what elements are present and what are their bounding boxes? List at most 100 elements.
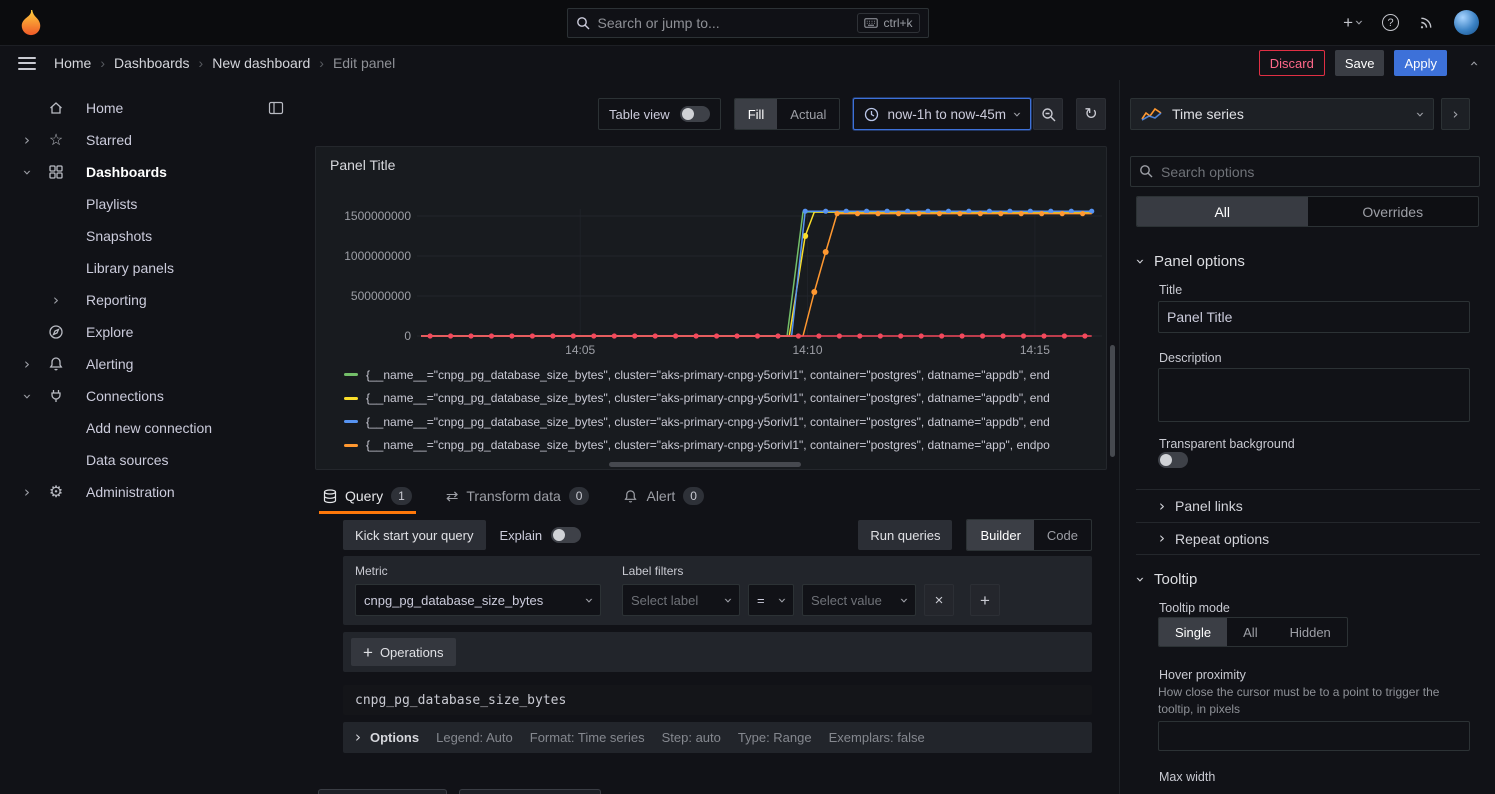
sidebar-item-add-new-connection[interactable]: Add new connection <box>0 412 302 444</box>
global-search[interactable]: Search or jump to... ctrl+k <box>567 8 929 38</box>
options-filter-tabs: All Overrides <box>1136 196 1479 227</box>
sidebar-item-label: Alerting <box>86 356 133 372</box>
news-button[interactable] <box>1419 15 1434 30</box>
fill-option[interactable]: Fill <box>735 99 778 129</box>
hover-proximity-input[interactable] <box>1158 721 1470 751</box>
add-filter-button[interactable] <box>970 584 1000 616</box>
collapse-header-icon[interactable] <box>1467 60 1482 66</box>
user-avatar[interactable] <box>1454 10 1479 35</box>
sidebar-item-alerting[interactable]: Alerting <box>0 348 302 380</box>
sidebar-item-administration[interactable]: Administration <box>0 476 302 508</box>
apply-button[interactable]: Apply <box>1394 50 1447 76</box>
tooltip-mode-label: Tooltip mode <box>1159 601 1230 615</box>
legend-swatch <box>344 397 358 400</box>
sidebar-item-starred[interactable]: Starred <box>0 124 302 156</box>
sidebar-item-home[interactable]: Home <box>0 92 302 124</box>
breadcrumb-home[interactable]: Home <box>54 55 91 71</box>
transparent-background-toggle[interactable] <box>1158 452 1188 468</box>
raw-query-preview: cnpg_pg_database_size_bytes <box>343 685 1092 715</box>
panel-title[interactable]: Panel Title <box>330 157 395 173</box>
topbar: Search or jump to... ctrl+k <box>0 0 1495 46</box>
query-options-row[interactable]: Options Legend: Auto Format: Time series… <box>343 722 1092 753</box>
chevron-right-icon[interactable] <box>24 133 30 148</box>
panel-links-section[interactable]: Panel links <box>1136 489 1480 522</box>
editor-tabs: Query 1 Transform data 0 Alert 0 <box>319 480 708 512</box>
repeat-options-section[interactable]: Repeat options <box>1136 522 1480 555</box>
kick-start-query-button[interactable]: Kick start your query <box>343 520 486 550</box>
sidebar-item-label: Data sources <box>86 452 168 468</box>
add-expression-button-partial[interactable] <box>459 789 601 794</box>
time-series-chart[interactable]: 14:0514:1014:150500000000100000000015000… <box>316 195 1106 363</box>
chevron-down-icon[interactable] <box>20 169 35 175</box>
visualization-picker[interactable]: Time series <box>1130 98 1434 130</box>
legend-item[interactable]: {__name__="cnpg_pg_database_size_bytes",… <box>344 387 1100 411</box>
time-range-picker[interactable]: now-1h to now-45m <box>853 98 1031 130</box>
legend-item[interactable]: {__name__="cnpg_pg_database_size_bytes",… <box>344 434 1100 458</box>
discard-button[interactable]: Discard <box>1259 50 1325 76</box>
tab-transform[interactable]: Transform data 0 <box>442 480 594 512</box>
legend-scrollbar[interactable] <box>609 462 801 467</box>
description-input[interactable] <box>1158 368 1470 422</box>
chevron-right-icon[interactable] <box>24 357 30 372</box>
actual-option[interactable]: Actual <box>777 99 839 129</box>
active-tab-underline <box>319 511 416 514</box>
search-options-input[interactable] <box>1130 156 1480 187</box>
svg-text:14:15: 14:15 <box>1020 343 1050 357</box>
chevron-right-icon[interactable] <box>53 293 59 308</box>
legend-item[interactable]: {__name__="cnpg_pg_database_size_bytes",… <box>344 410 1100 434</box>
tab-overrides[interactable]: Overrides <box>1308 197 1479 226</box>
explain-toggle[interactable] <box>551 527 581 543</box>
breadcrumb-dashboards[interactable]: Dashboards <box>114 55 190 71</box>
chevron-right-icon[interactable] <box>24 485 30 500</box>
legend-swatch <box>344 420 358 423</box>
sidebar-item-snapshots[interactable]: Snapshots <box>0 220 302 252</box>
sidebar-item-dashboards[interactable]: Dashboards <box>0 156 302 188</box>
operator-dropdown[interactable]: = <box>748 584 794 616</box>
grafana-logo[interactable] <box>16 8 46 38</box>
title-label: Title <box>1159 283 1182 297</box>
dock-sidebar-icon[interactable] <box>268 101 284 115</box>
save-button[interactable]: Save <box>1335 50 1385 76</box>
svg-text:500000000: 500000000 <box>351 289 411 303</box>
zoom-out-button[interactable] <box>1033 98 1063 130</box>
select-label-dropdown[interactable]: Select label <box>622 584 740 616</box>
code-option[interactable]: Code <box>1034 520 1091 550</box>
metric-select[interactable]: cnpg_pg_database_size_bytes <box>355 584 601 616</box>
sidebar-item-explore[interactable]: Explore <box>0 316 302 348</box>
legend-item[interactable]: {__name__="cnpg_pg_database_size_bytes",… <box>344 363 1100 387</box>
add-query-button-partial[interactable] <box>318 789 447 794</box>
tab-all[interactable]: All <box>1137 197 1308 226</box>
rss-icon <box>1419 15 1434 30</box>
tooltip-mode-single[interactable]: Single <box>1159 618 1227 646</box>
help-button[interactable] <box>1382 14 1399 31</box>
tab-alert[interactable]: Alert 0 <box>619 480 707 512</box>
sidebar-item-data-sources[interactable]: Data sources <box>0 444 302 476</box>
svg-text:1000000000: 1000000000 <box>344 249 411 263</box>
builder-option[interactable]: Builder <box>967 520 1033 550</box>
collapse-pane-button[interactable] <box>1441 98 1470 130</box>
chevron-down-icon[interactable] <box>20 393 35 399</box>
select-value-dropdown[interactable]: Select value <box>802 584 916 616</box>
chevron-right-icon <box>355 730 361 745</box>
tooltip-mode-hidden[interactable]: Hidden <box>1274 618 1347 646</box>
sidebar-item-reporting[interactable]: Reporting <box>0 284 302 316</box>
menu-icon[interactable] <box>18 57 36 70</box>
table-view-toggle[interactable] <box>680 106 710 122</box>
panel-options-section[interactable]: Panel options <box>1137 253 1245 270</box>
tab-query[interactable]: Query 1 <box>319 480 416 512</box>
run-queries-button[interactable]: Run queries <box>858 520 952 550</box>
add-operation-button[interactable]: Operations <box>351 638 456 666</box>
main-scrollbar[interactable] <box>1110 345 1115 457</box>
shortcut-badge: ctrl+k <box>857 13 919 33</box>
tooltip-mode-all[interactable]: All <box>1227 618 1273 646</box>
sidebar-item-library-panels[interactable]: Library panels <box>0 252 302 284</box>
refresh-button[interactable] <box>1076 98 1106 130</box>
sidebar-item-connections[interactable]: Connections <box>0 380 302 412</box>
transparent-background-label: Transparent background <box>1159 437 1295 451</box>
panel-title-input[interactable] <box>1158 301 1470 333</box>
breadcrumb-new-dashboard[interactable]: New dashboard <box>212 55 310 71</box>
sidebar-item-playlists[interactable]: Playlists <box>0 188 302 220</box>
tooltip-section[interactable]: Tooltip <box>1137 571 1197 588</box>
new-button[interactable] <box>1343 14 1362 31</box>
remove-filter-button[interactable] <box>924 584 954 616</box>
